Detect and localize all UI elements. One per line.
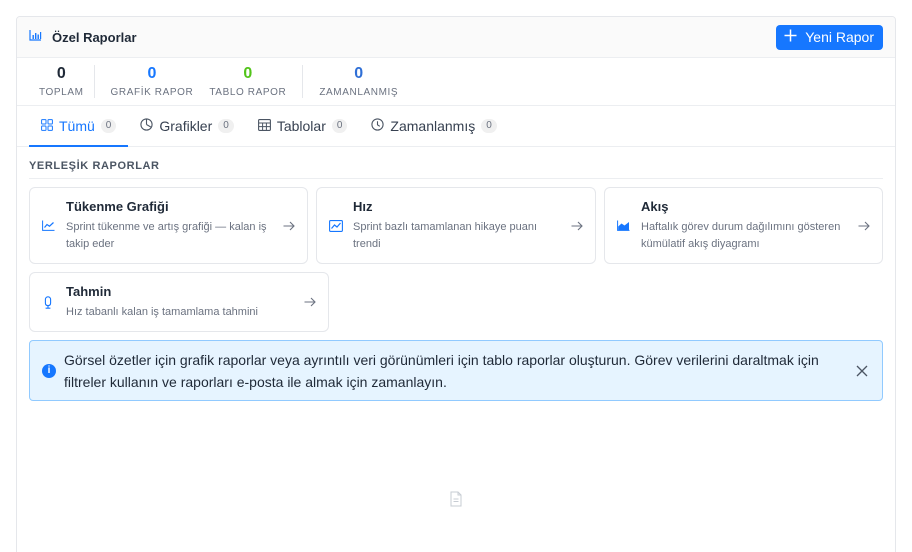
tab-charts[interactable]: Grafikler 0 — [128, 106, 245, 146]
report-card-burndown[interactable]: Tükenme Grafiği Sprint tükenme ve artış … — [29, 187, 308, 264]
report-card-description: Haftalık görev durum dağılımını gösteren… — [641, 220, 841, 250]
plus-icon — [784, 29, 797, 45]
builtin-reports-heading: YERLEŞİK RAPORLAR — [29, 160, 883, 179]
stat-table-reports: 0 TABLO RAPOR — [199, 65, 302, 98]
stat-chart-value: 0 — [147, 65, 157, 82]
table-icon — [257, 118, 271, 134]
stat-scheduled-label: ZAMANLANMIŞ — [319, 87, 399, 98]
tab-all[interactable]: Tümü 0 — [29, 106, 129, 147]
tab-scheduled[interactable]: Zamanlanmış 0 — [359, 106, 508, 146]
stat-chart-label: GRAFİK RAPOR — [110, 87, 194, 98]
tab-tables-label: Tablolar — [276, 118, 326, 134]
area-chart-icon — [617, 220, 633, 231]
trend-chart-icon — [329, 219, 345, 232]
report-card-flow[interactable]: Akış Haftalık görev durum dağılımını gös… — [604, 187, 883, 264]
stat-total: 0 TOPLAM — [29, 65, 94, 98]
bar-chart-icon — [29, 28, 42, 46]
stat-total-value: 0 — [56, 65, 66, 82]
arrow-right-icon — [858, 221, 874, 231]
arrow-right-icon — [304, 297, 320, 307]
panel-header: Özel Raporlar Yeni Rapor — [17, 17, 895, 58]
stats-bar: 0 TOPLAM 0 GRAFİK RAPOR 0 TABLO RAPOR 0 … — [17, 58, 895, 106]
pie-chart-icon — [140, 118, 154, 134]
page-title: Özel Raporlar — [52, 29, 137, 45]
custom-reports-panel: Özel Raporlar Yeni Rapor 0 TOPLAM 0 GRAF… — [16, 16, 896, 552]
stat-scheduled-value: 0 — [354, 65, 364, 82]
tab-all-label: Tümü — [59, 118, 95, 134]
info-icon: i — [42, 363, 56, 378]
tab-charts-count: 0 — [218, 119, 234, 133]
tab-charts-label: Grafikler — [159, 118, 213, 134]
report-tabs: Tümü 0 Grafikler 0 Tablolar 0 Zamanlanmı… — [17, 106, 895, 147]
clock-icon — [371, 118, 385, 134]
grid-icon — [41, 118, 53, 134]
builtin-reports-list: Tükenme Grafiği Sprint tükenme ve artış … — [17, 179, 895, 332]
close-icon[interactable] — [852, 361, 872, 381]
info-alert-text: Görsel özetler için grafik raporlar veya… — [64, 351, 819, 390]
tab-all-count: 0 — [100, 119, 117, 133]
stat-table-label: TABLO RAPOR — [209, 87, 287, 98]
tab-tables-count: 0 — [331, 119, 348, 133]
report-card-title: Tahmin — [66, 283, 112, 299]
stat-table-value: 0 — [243, 65, 253, 82]
new-report-button[interactable]: Yeni Rapor — [776, 24, 883, 50]
stat-scheduled: 0 ZAMANLANMIŞ — [302, 65, 408, 98]
line-chart-icon — [42, 220, 58, 231]
report-card-title: Tükenme Grafiği — [66, 198, 169, 214]
empty-file-icon — [449, 491, 463, 512]
arrow-right-icon — [571, 221, 587, 231]
report-card-forecast[interactable]: Tahmin Hız tabanlı kalan iş tamamlama ta… — [29, 272, 329, 332]
tab-scheduled-count: 0 — [481, 119, 497, 133]
arrow-right-icon — [283, 221, 299, 231]
stat-total-label: TOPLAM — [39, 87, 84, 98]
info-alert: i Görsel özetler için grafik raporlar ve… — [29, 340, 883, 401]
report-card-velocity[interactable]: Hız Sprint bazlı tamamlanan hikaye puanı… — [316, 187, 596, 264]
report-card-description: Sprint bazlı tamamlanan hikaye puanı tre… — [353, 220, 538, 250]
report-card-title: Akış — [641, 198, 669, 214]
report-card-description: Sprint tükenme ve artış grafiği — kalan … — [66, 220, 267, 250]
report-card-description: Hız tabanlı kalan iş tamamlama tahmini — [66, 305, 258, 318]
tab-scheduled-label: Zamanlanmış — [390, 118, 476, 134]
report-card-title: Hız — [353, 198, 373, 214]
stat-chart-reports: 0 GRAFİK RAPOR — [93, 65, 200, 98]
tab-tables[interactable]: Tablolar 0 — [246, 106, 360, 146]
new-report-label: Yeni Rapor — [805, 29, 874, 45]
forecast-icon — [42, 295, 58, 309]
